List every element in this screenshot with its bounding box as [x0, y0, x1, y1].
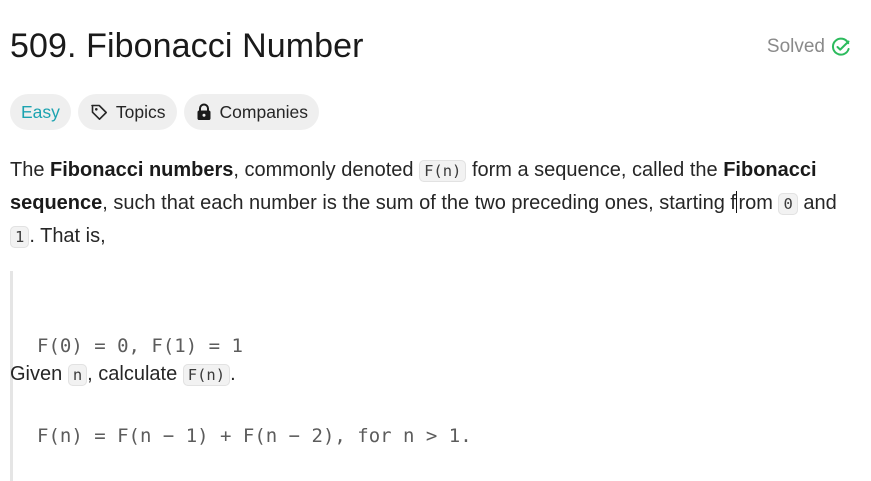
tag-icon [89, 102, 109, 122]
code-line: F(0) = 0, F(1) = 1 [37, 335, 243, 357]
topics-label: Topics [115, 101, 166, 122]
topics-button[interactable]: Topics [77, 94, 177, 130]
check-circle-icon [831, 37, 851, 57]
inline-code-fn: F(n) [419, 160, 467, 182]
difficulty-tag[interactable]: Easy [10, 94, 71, 130]
tag-row: Easy Topics Companies [10, 94, 320, 130]
inline-code-zero: 0 [778, 193, 798, 215]
description-text: , commonly denoted [233, 159, 420, 181]
difficulty-label: Easy [21, 101, 60, 122]
description-text: and [797, 192, 837, 214]
description-text: form a sequence, called the [466, 159, 724, 181]
description-text: . That is, [29, 225, 106, 247]
companies-label: Companies [219, 101, 309, 122]
code-line: F(n) = F(n − 1) + F(n − 2), for n > 1. [37, 425, 472, 447]
solved-label: Solved [766, 36, 825, 57]
lock-icon [195, 102, 213, 122]
solved-status: Solved [767, 36, 851, 58]
given-paragraph: Given n, calculate F(n). [10, 358, 236, 391]
description-text: The [10, 159, 51, 181]
problem-description: The Fibonacci numbers, commonly denoted … [10, 154, 855, 253]
given-text: Given [10, 363, 68, 385]
description-paragraph: The Fibonacci numbers, commonly denoted … [10, 154, 855, 253]
inline-code-fn: F(n) [182, 364, 231, 386]
problem-title: 509. Fibonacci Number [10, 27, 364, 65]
term-fibonacci-numbers: Fibonacci numbers [50, 159, 234, 181]
companies-button[interactable]: Companies [183, 94, 320, 130]
inline-code-one: 1 [10, 226, 30, 248]
description-text: , such that each number is the sum of th… [102, 192, 736, 214]
given-text: , calculate [87, 363, 183, 385]
given-text: . [230, 363, 236, 385]
description-text: rom [738, 192, 779, 214]
inline-code-n: n [67, 364, 88, 386]
